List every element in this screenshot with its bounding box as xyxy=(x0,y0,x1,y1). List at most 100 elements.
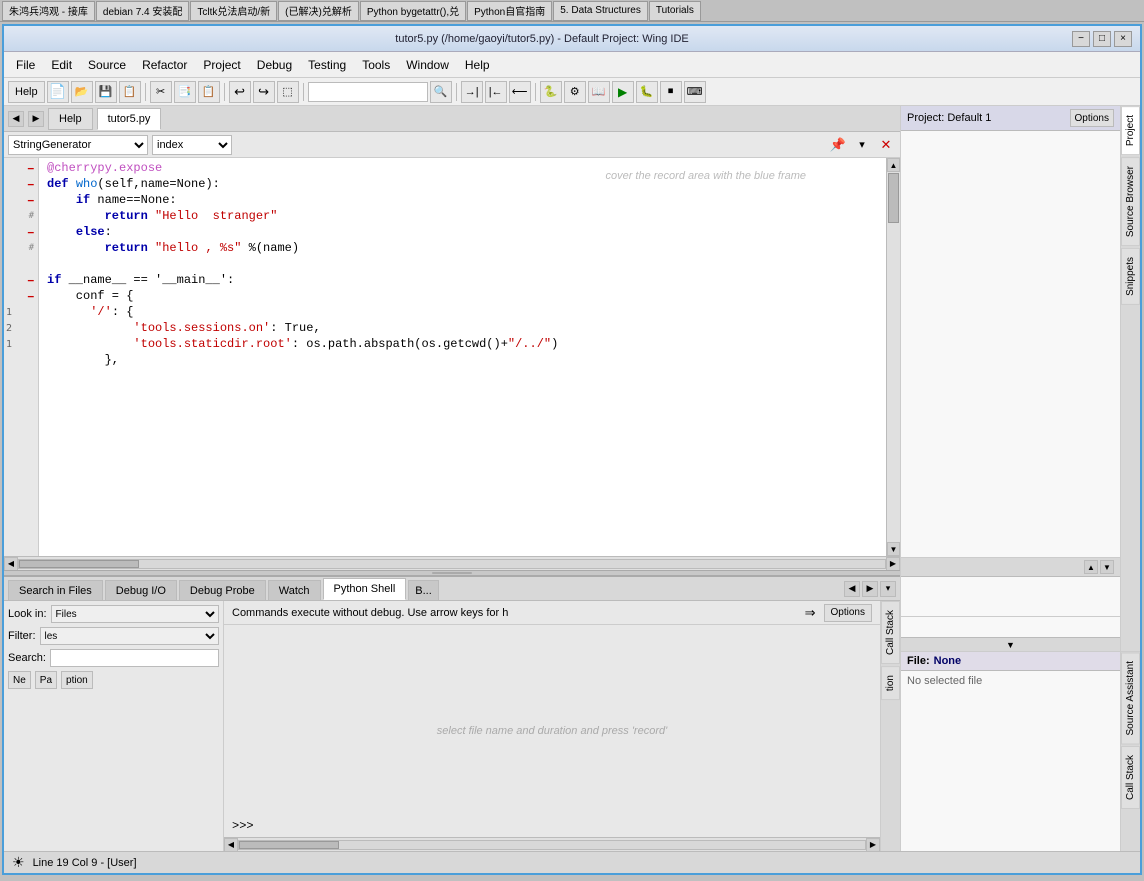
menu-edit[interactable]: Edit xyxy=(43,55,80,75)
left-gutter: − − − # − # − − 1 2 1 xyxy=(4,158,39,556)
tb-indent-right[interactable]: →| xyxy=(461,81,483,103)
menu-testing[interactable]: Testing xyxy=(300,55,354,75)
tb-cut[interactable]: ✂ xyxy=(150,81,172,103)
search-path-btn[interactable]: Pa xyxy=(35,671,57,689)
search-input[interactable] xyxy=(308,82,428,102)
scroll-down-arrow[interactable]: ▼ xyxy=(887,542,900,556)
browser-tab-8[interactable]: Tutorials xyxy=(649,1,701,21)
minimize-button[interactable]: − xyxy=(1072,31,1090,47)
tion-vtab[interactable]: tion xyxy=(881,666,900,700)
tab-search-in-files[interactable]: Search in Files xyxy=(8,580,103,600)
scroll-thumb[interactable] xyxy=(888,173,899,223)
scroll-right-arrow[interactable]: ▶ xyxy=(886,557,900,571)
scroll-left-arrow[interactable]: ◀ xyxy=(4,557,18,571)
tb-python[interactable]: 🐍 xyxy=(540,81,562,103)
tab-nav-prev[interactable]: ◀ xyxy=(844,581,860,597)
tb-copy[interactable]: 📑 xyxy=(174,81,196,103)
shell-main[interactable]: select file name and duration and press … xyxy=(224,625,880,837)
snippets-vtab[interactable]: Snippets xyxy=(1121,248,1140,305)
chevron-down-icon[interactable]: ▾ xyxy=(852,136,872,154)
tb-new[interactable]: 📄 xyxy=(47,81,69,103)
scroll-up-arrow[interactable]: ▲ xyxy=(887,158,900,172)
tab-nav-next[interactable]: ▶ xyxy=(862,581,878,597)
tb-run[interactable]: ▶ xyxy=(612,81,634,103)
browser-tab-6[interactable]: Python自官指南 xyxy=(467,1,552,21)
call-stack-vtab-right[interactable]: Call Stack xyxy=(1121,746,1140,809)
shell-scroll-right[interactable]: ▶ xyxy=(866,838,880,852)
tab-debug-io[interactable]: Debug I/O xyxy=(105,580,177,600)
browser-tab-1[interactable]: 朱鸿兵鸿观 - 接库 xyxy=(2,1,95,21)
tb-indent[interactable]: ⬚ xyxy=(277,81,299,103)
code-editor[interactable]: cover the record area with the blue fram… xyxy=(39,158,886,556)
menu-window[interactable]: Window xyxy=(398,55,457,75)
search-option-btn[interactable]: ption xyxy=(61,671,93,689)
method-selector[interactable]: index xyxy=(152,135,232,155)
menu-file[interactable]: File xyxy=(8,55,43,75)
call-stack-vtab[interactable]: Call Stack xyxy=(881,601,900,664)
menu-project[interactable]: Project xyxy=(195,55,248,75)
tb-save[interactable]: 💾 xyxy=(95,81,117,103)
browser-tab-2[interactable]: debian 7.4 安装配 xyxy=(96,1,190,21)
shell-export-icon[interactable]: ⇒ xyxy=(805,605,816,621)
shell-prompt-line[interactable]: >>> xyxy=(224,815,880,837)
browser-tab-7[interactable]: 5. Data Structures xyxy=(553,1,648,21)
project-title: Project: Default 1 xyxy=(907,112,991,124)
tb-terminal[interactable]: ⌨ xyxy=(684,81,706,103)
tab-python-shell[interactable]: Python Shell xyxy=(323,578,407,600)
tb-open[interactable]: 📂 xyxy=(71,81,93,103)
menu-help[interactable]: Help xyxy=(457,55,498,75)
filter-select[interactable]: les xyxy=(40,627,220,645)
tb-indent-left[interactable]: |← xyxy=(485,81,507,103)
search-field[interactable] xyxy=(50,649,219,667)
search-new-btn[interactable]: Ne xyxy=(8,671,31,689)
snippets-area: ▲ ▼ xyxy=(901,557,1120,637)
tab-watch[interactable]: Watch xyxy=(268,580,321,600)
look-in-select[interactable]: Files xyxy=(51,605,219,623)
tb-stop[interactable]: ⏹ xyxy=(660,81,682,103)
search-label: Search: xyxy=(8,652,46,664)
shell-options-btn[interactable]: Options xyxy=(824,604,872,622)
class-selector[interactable]: StringGenerator xyxy=(8,135,148,155)
project-tree[interactable] xyxy=(901,131,1120,557)
pin-icon[interactable]: 📌 xyxy=(828,136,848,154)
close-button[interactable]: × xyxy=(1114,31,1132,47)
source-browser-vtab[interactable]: Source Browser xyxy=(1121,157,1140,246)
menu-debug[interactable]: Debug xyxy=(249,55,300,75)
project-options-btn[interactable]: Options xyxy=(1070,109,1114,127)
source-assistant-vtab[interactable]: Source Assistant xyxy=(1121,652,1140,744)
menu-tools[interactable]: Tools xyxy=(354,55,398,75)
project-vtab[interactable]: Project xyxy=(1121,106,1140,155)
menu-refactor[interactable]: Refactor xyxy=(134,55,195,75)
tb-redo[interactable]: ↪ xyxy=(253,81,275,103)
tab-more[interactable]: B... xyxy=(408,580,439,600)
shell-scroll-left[interactable]: ◀ xyxy=(224,838,238,852)
tab-nav-next[interactable]: ▶ xyxy=(28,111,44,127)
browser-tab-5[interactable]: Python bygetattr(),兑 xyxy=(360,1,466,21)
browser-tab-3[interactable]: Tcltk兑法启动/新 xyxy=(190,1,277,21)
tab-nav-dropdown[interactable]: ▾ xyxy=(880,581,896,597)
editor-tab-active[interactable]: tutor5.py xyxy=(97,108,162,130)
shell-scroll-thumb[interactable] xyxy=(239,841,339,849)
maximize-button[interactable]: □ xyxy=(1093,31,1111,47)
panel-resize-arrow[interactable]: ▼ xyxy=(901,637,1120,651)
snippets-scroll-up[interactable]: ▲ xyxy=(1084,560,1098,574)
tb-debug[interactable]: 🐛 xyxy=(636,81,658,103)
shell-h-scroll: ◀ ▶ xyxy=(224,837,880,851)
tb-help[interactable]: Help xyxy=(8,81,45,103)
tb-doc[interactable]: 📖 xyxy=(588,81,610,103)
h-scroll-thumb[interactable] xyxy=(19,560,139,568)
tab-debug-probe[interactable]: Debug Probe xyxy=(179,580,266,600)
tb-paste[interactable]: 📋 xyxy=(198,81,220,103)
tb-format[interactable]: ⟵ xyxy=(509,81,531,103)
browser-tab-4[interactable]: (已解决)兑解析 xyxy=(278,1,359,21)
snippets-scroll-down[interactable]: ▼ xyxy=(1100,560,1114,574)
search-button[interactable]: 🔍 xyxy=(430,81,452,103)
project-header: Project: Default 1 Options xyxy=(901,106,1120,131)
tb-save-as[interactable]: 📋 xyxy=(119,81,141,103)
help-tab[interactable]: Help xyxy=(48,108,93,130)
tab-nav-prev[interactable]: ◀ xyxy=(8,111,24,127)
tb-run-check[interactable]: ⚙ xyxy=(564,81,586,103)
close-editor-icon[interactable]: ✕ xyxy=(876,136,896,154)
tb-undo[interactable]: ↩ xyxy=(229,81,251,103)
menu-source[interactable]: Source xyxy=(80,55,134,75)
